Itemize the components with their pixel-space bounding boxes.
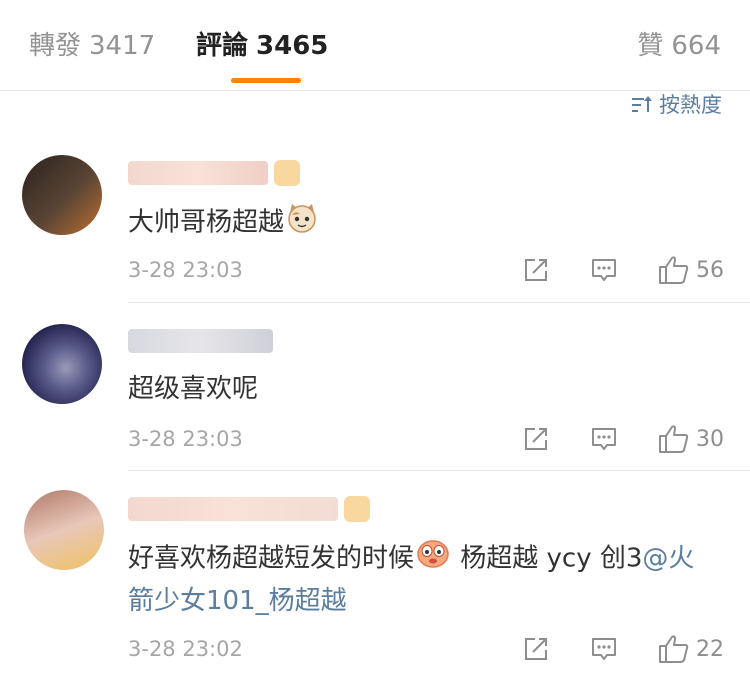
divider [128, 470, 750, 471]
avatar[interactable] [22, 155, 102, 235]
sort-button[interactable]: 按熱度 [631, 90, 722, 120]
tab-likes-count: 664 [671, 31, 721, 61]
like-count: 30 [696, 426, 724, 452]
thumbs-up-icon [659, 425, 689, 453]
reply-button[interactable] [590, 635, 618, 663]
thumbs-up-icon [659, 256, 689, 284]
reply-button[interactable] [590, 425, 618, 453]
comment-body: 好喜欢杨超越短发的时候 [128, 543, 415, 574]
share-icon [525, 259, 547, 281]
sort-label: 按熱度 [659, 93, 722, 117]
username-blurred[interactable] [128, 158, 300, 188]
reply-button[interactable] [590, 256, 618, 284]
vip-badge-icon [344, 496, 370, 522]
repost-button[interactable] [522, 425, 550, 453]
comment-actions: 22 [482, 632, 724, 666]
comment-text: 好喜欢杨超越短发的时候 杨超越 ycy 创3@火箭少女101_杨超越 [128, 537, 718, 621]
comment-body: 超级喜欢呢 [128, 374, 259, 404]
divider [128, 302, 750, 303]
share-icon [525, 638, 547, 660]
comment-time: 3-28 23:03 [128, 427, 243, 451]
like-button[interactable]: 22 [658, 634, 724, 664]
tab-bar: 轉發 3417 評論 3465 贊 664 [0, 0, 750, 91]
like-count: 22 [696, 636, 724, 662]
comment-body-tail: 杨超越 ycy 创3 [452, 543, 643, 574]
like-button[interactable]: 56 [658, 255, 724, 285]
username-blurred[interactable] [128, 494, 370, 524]
share-icon [525, 428, 547, 450]
tab-comments-count: 3465 [256, 31, 329, 61]
tab-reposts-label: 轉發 [29, 31, 82, 61]
vip-badge-icon [274, 160, 300, 186]
like-count: 56 [696, 257, 724, 283]
like-button[interactable]: 30 [658, 424, 724, 454]
avatar[interactable] [22, 324, 102, 404]
blush-emoji-icon [416, 537, 450, 581]
comment-time: 3-28 23:03 [128, 258, 243, 282]
active-tab-indicator [231, 78, 301, 83]
username-blurred[interactable] [128, 326, 273, 356]
tab-likes[interactable]: 贊 664 [637, 28, 721, 64]
comment-text: 超级喜欢呢 [128, 369, 718, 409]
tab-reposts[interactable]: 轉發 3417 [29, 28, 155, 64]
repost-button[interactable] [522, 256, 550, 284]
comment-icon [592, 259, 616, 281]
sort-icon [632, 96, 652, 112]
thumbs-up-icon [659, 635, 689, 663]
comment-actions: 30 [482, 422, 724, 456]
cat-emoji-icon [286, 201, 318, 245]
tab-reposts-count: 3417 [89, 31, 156, 61]
comment-time: 3-28 23:02 [128, 637, 243, 661]
tab-likes-label: 贊 [637, 31, 664, 61]
comment-actions: 56 [482, 253, 724, 287]
comment-icon [592, 638, 616, 660]
repost-button[interactable] [522, 635, 550, 663]
tab-comments[interactable]: 評論 3465 [196, 28, 328, 64]
comment-icon [592, 428, 616, 450]
comment-body: 大帅哥杨超越 [128, 207, 285, 238]
tab-comments-label: 評論 [196, 31, 249, 61]
comment-text: 大帅哥杨超越 [128, 201, 718, 245]
avatar[interactable] [24, 490, 104, 570]
